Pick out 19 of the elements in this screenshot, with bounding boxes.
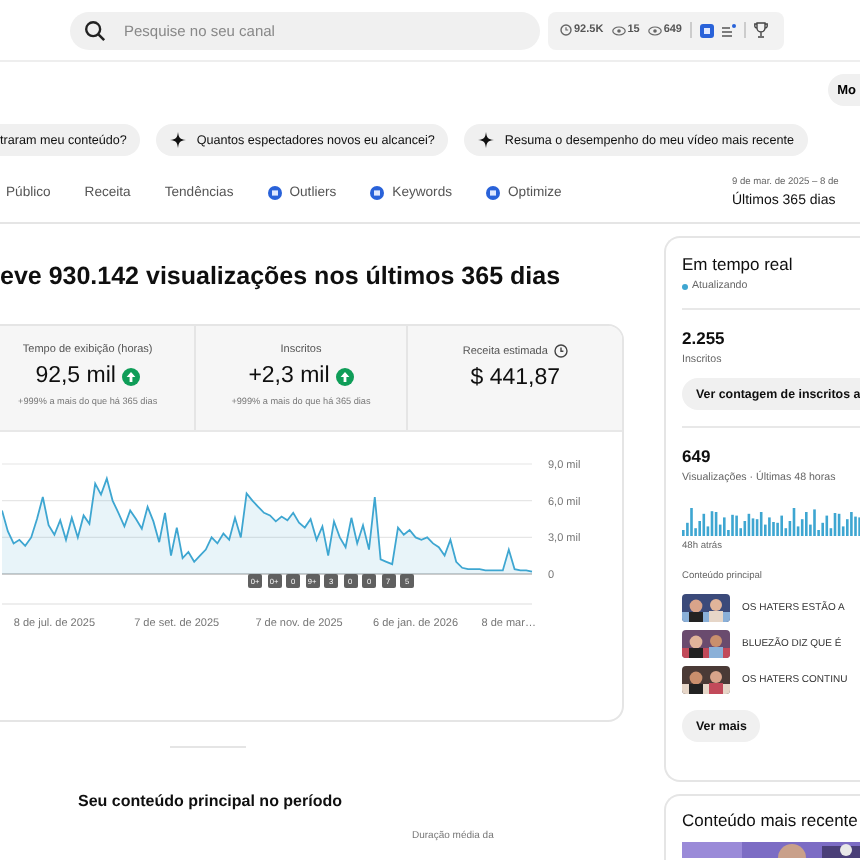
extension-icon[interactable] [700,23,714,37]
sparkle-icon [170,132,187,148]
card-title: Conteúdo mais recente [682,810,860,830]
status-dot [682,283,688,289]
extension-icon [486,185,500,199]
eye-icon [647,25,662,35]
subscriber-count: 2.255 [682,328,727,348]
clock-icon [560,24,572,36]
card-title: Em tempo real [682,254,795,274]
search-icon [84,19,106,41]
page-heading: eve 930.142 visualizações nos últimos 365 dias [0,260,561,294]
section-title: Seu conteúdo principal no período [78,792,345,810]
extension-icon [267,185,282,199]
extension-icon [370,185,385,199]
sparkle-icon [478,132,495,148]
view-count: 649 [682,446,713,466]
list-icon[interactable] [722,23,736,37]
trophy-icon[interactable] [754,22,768,38]
eye-icon [611,25,626,35]
